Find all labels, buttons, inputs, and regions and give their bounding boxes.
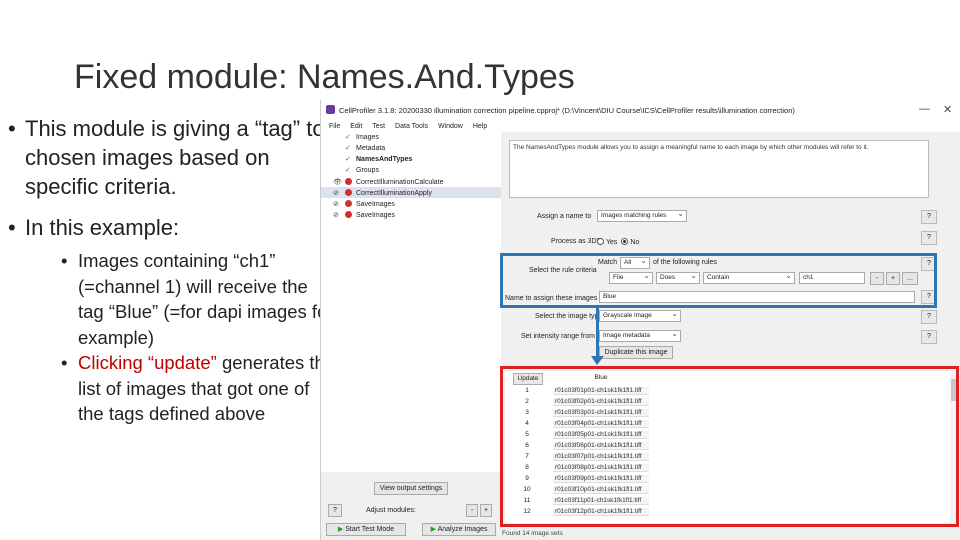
- help-button[interactable]: ?: [921, 210, 937, 224]
- module-correct-illum-calc[interactable]: 👁 CorrectIlluminationCalculate: [333, 178, 444, 189]
- error-dot-icon: [345, 189, 352, 196]
- module-correct-illum-apply[interactable]: ⊘ CorrectIlluminationApply: [333, 189, 432, 200]
- module-groups[interactable]: ✓ Groups: [345, 167, 379, 178]
- radio-yes[interactable]: [597, 238, 604, 245]
- check-icon: ✓: [345, 156, 351, 163]
- assign-name-dropdown[interactable]: Images matching rules: [597, 209, 687, 222]
- bullet-2-text: In this example:: [25, 215, 180, 240]
- sub-bullet-list: Images containing “ch1” (=channel 1) wil…: [61, 248, 338, 427]
- play-icon: ▶: [430, 526, 438, 533]
- help-button[interactable]: ?: [921, 330, 937, 344]
- window-title: CellProfiler 3.1.8: 20200330 illuminatio…: [339, 106, 795, 115]
- update-list-highlight-box: [500, 366, 959, 527]
- eye-off-icon[interactable]: ⊘: [333, 189, 339, 197]
- bullet-list: This module is giving a “tag” to chosen …: [8, 114, 338, 427]
- bullet-2: In this example: Images containing “ch1”…: [8, 213, 338, 427]
- module-namesandtypes[interactable]: ✓ NamesAndTypes: [345, 156, 412, 167]
- sub-bullet-1: Images containing “ch1” (=channel 1) wil…: [61, 248, 338, 350]
- process-3d-radios: Yes No: [593, 238, 639, 246]
- image-type-label: Select the image type: [535, 313, 603, 320]
- check-icon: ✓: [345, 167, 351, 174]
- menu-bar: File Edit Test Data Tools Window Help: [321, 118, 960, 132]
- image-type-dropdown[interactable]: Grayscale image: [599, 309, 681, 322]
- eye-off-icon[interactable]: ⊘: [333, 211, 339, 219]
- module-metadata[interactable]: ✓ Metadata: [345, 145, 385, 156]
- pipeline-panel: ✓ Images ✓ Metadata ✓ NamesAndTypes ✓ Groups…: [321, 132, 501, 472]
- view-output-settings-button[interactable]: View output settings: [374, 482, 448, 495]
- check-icon: ✓: [345, 134, 351, 141]
- add-module-button[interactable]: +: [480, 504, 492, 517]
- bullet-1: This module is giving a “tag” to chosen …: [8, 114, 338, 201]
- status-text: Found 14 image sets: [502, 530, 563, 537]
- minimize-button[interactable]: —: [919, 103, 930, 115]
- close-button[interactable]: ✕: [943, 103, 952, 116]
- bottom-controls: View output settings ? Adjust modules: -…: [322, 480, 498, 540]
- intensity-range-dropdown[interactable]: Image metadata: [599, 329, 681, 342]
- sub-bullet-2: Clicking “update” generates the list of …: [61, 350, 338, 427]
- slide-title: Fixed module: Names.And.Types: [74, 58, 575, 96]
- adjust-modules-label: Adjust modules:: [366, 507, 416, 514]
- module-description: The NamesAndTypes module allows you to a…: [509, 140, 929, 198]
- window-titlebar: CellProfiler 3.1.8: 20200330 illuminatio…: [321, 100, 960, 118]
- eye-off-icon[interactable]: ⊘: [333, 200, 339, 208]
- bottom-help-button[interactable]: ?: [328, 504, 342, 517]
- error-dot-icon: [345, 178, 352, 185]
- cellprofiler-app-icon: [326, 105, 335, 114]
- module-saveimages-1[interactable]: ⊘ SaveImages: [333, 200, 395, 211]
- error-dot-icon: [345, 200, 352, 207]
- module-images[interactable]: ✓ Images: [345, 134, 379, 145]
- eye-icon[interactable]: 👁: [333, 178, 342, 186]
- check-icon: ✓: [345, 145, 351, 152]
- update-highlight-text: Clicking “update”: [78, 352, 217, 373]
- help-button[interactable]: ?: [921, 231, 937, 245]
- radio-no[interactable]: [621, 238, 629, 245]
- highlight-arrow: [591, 308, 604, 365]
- analyze-images-button[interactable]: ▶ Analyze Images: [422, 523, 496, 536]
- error-dot-icon: [345, 211, 352, 218]
- remove-module-button[interactable]: -: [466, 504, 478, 517]
- module-saveimages-2[interactable]: ⊘ SaveImages: [333, 211, 395, 222]
- duplicate-image-button[interactable]: Duplicate this image: [599, 346, 673, 359]
- rule-highlight-box: [500, 253, 937, 308]
- start-test-mode-button[interactable]: ▶ Start Test Mode: [326, 523, 406, 536]
- assign-name-label: Assign a name to: [537, 213, 592, 220]
- help-button[interactable]: ?: [921, 310, 937, 324]
- intensity-range-label: Set intensity range from: [521, 333, 595, 340]
